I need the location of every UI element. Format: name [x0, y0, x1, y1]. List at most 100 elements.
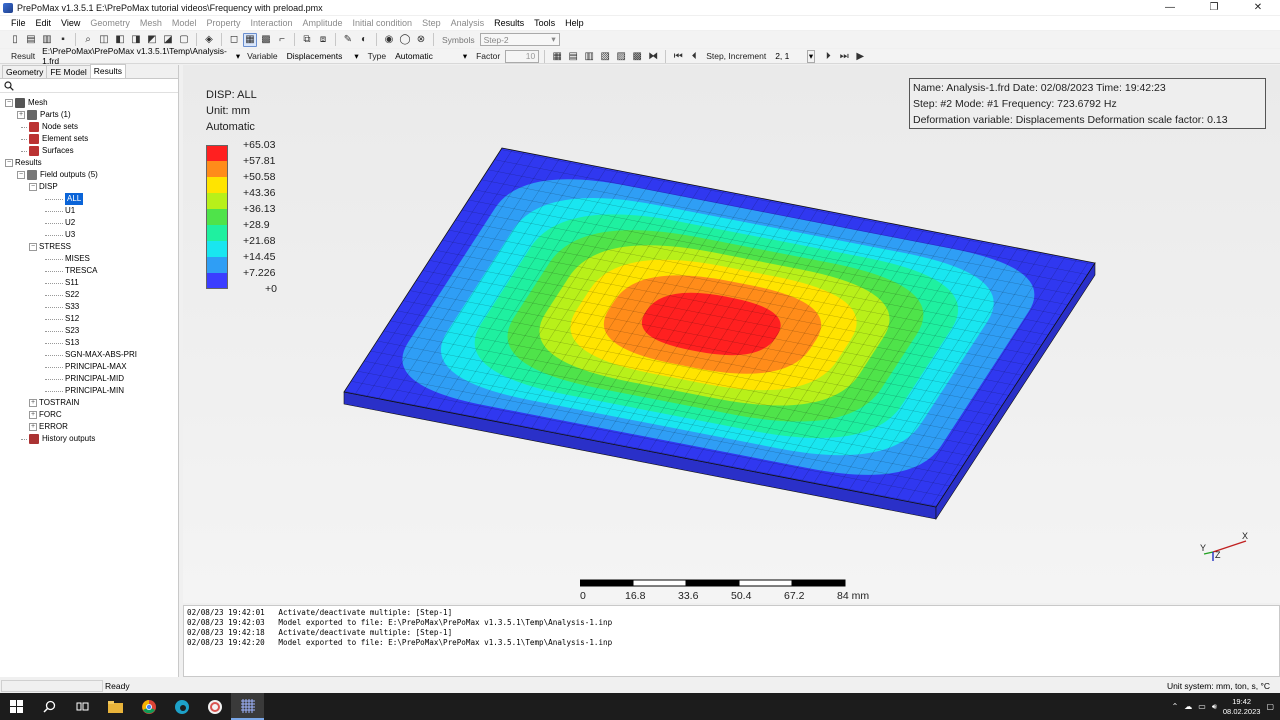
tree-item[interactable]: Element sets [0, 133, 178, 145]
tree-item[interactable]: + Parts (1) [0, 109, 178, 121]
last-step-icon[interactable]: ⏭ [837, 49, 851, 63]
view-front-icon[interactable]: ◫ [97, 33, 111, 47]
close-button[interactable]: ✕ [1236, 0, 1280, 15]
transform-icon[interactable]: ⧈ [316, 33, 330, 47]
collapse-icon[interactable]: − [17, 171, 25, 179]
menu-item-property[interactable]: Property [201, 16, 245, 30]
play-icon[interactable]: ▶ [853, 49, 867, 63]
import-icon[interactable]: ▥ [40, 33, 54, 47]
tree-item[interactable]: U3 [0, 229, 178, 241]
collapse-icon[interactable]: − [5, 99, 13, 107]
variable-select[interactable]: Displacements ▾ [283, 50, 363, 63]
view-bottom-icon[interactable]: ◩ [145, 33, 159, 47]
menu-item-analysis[interactable]: Analysis [446, 16, 490, 30]
view-top-icon[interactable]: ◨ [129, 33, 143, 47]
menu-item-file[interactable]: File [6, 16, 31, 30]
shaded-icon[interactable]: ▩ [259, 33, 273, 47]
tab-geometry[interactable]: Geometry [2, 65, 48, 78]
scale-icon[interactable]: ▨ [614, 49, 628, 63]
chrome-icon[interactable] [132, 693, 165, 720]
tree-item[interactable]: Node sets [0, 121, 178, 133]
undeformed-icon[interactable]: ▦ [550, 49, 564, 63]
start-icon[interactable] [0, 693, 33, 720]
output-log[interactable]: 02/08/23 19:42:01 Activate/deactivate mu… [183, 605, 1280, 677]
collapse-icon[interactable]: − [29, 183, 37, 191]
tree-item[interactable]: U2 [0, 217, 178, 229]
tree-item[interactable]: − Results [0, 157, 178, 169]
menu-item-initial-condition[interactable]: Initial condition [348, 16, 418, 30]
menu-item-geometry[interactable]: Geometry [85, 16, 135, 30]
open-icon[interactable]: ▤ [24, 33, 38, 47]
view-back-icon[interactable]: ◧ [113, 33, 127, 47]
expand-icon[interactable]: + [29, 423, 37, 431]
menu-item-help[interactable]: Help [560, 16, 589, 30]
menu-item-amplitude[interactable]: Amplitude [297, 16, 347, 30]
step-increment-select[interactable]: 2, 1 ▾ [771, 49, 819, 63]
type-select[interactable]: Automatic ▾ [391, 50, 471, 63]
tree-item[interactable]: S33 [0, 301, 178, 313]
next-step-icon[interactable]: ⏵ [821, 49, 835, 63]
task-view-icon[interactable] [66, 693, 99, 720]
graphics-viewport[interactable]: DISP: ALL Unit: mm Automatic +65.03 +57.8… [183, 65, 1280, 603]
menu-item-results[interactable]: Results [489, 16, 529, 30]
shaded-edges-icon[interactable]: ▦ [243, 32, 257, 47]
first-step-icon[interactable]: ⏮ [671, 49, 685, 63]
tree-item[interactable]: S12 [0, 313, 178, 325]
search-icon[interactable] [33, 693, 66, 720]
chevron-up-icon[interactable]: ⌃ [1172, 702, 1179, 711]
tree-item[interactable]: + TOSTRAIN [0, 397, 178, 409]
wireframe-icon[interactable]: ◻ [227, 33, 241, 47]
deformed-plate-contour[interactable] [183, 65, 1280, 603]
expand-icon[interactable]: + [17, 111, 25, 119]
compare-icon[interactable]: ⧓ [646, 49, 660, 63]
explode-icon[interactable]: ⧉ [300, 33, 314, 47]
show-all-icon[interactable]: ⊗ [414, 33, 428, 47]
tree-item[interactable]: − Mesh [0, 97, 178, 109]
tree-item[interactable]: S13 [0, 337, 178, 349]
clock[interactable]: 19:42 08.02.2023 [1223, 697, 1261, 717]
menu-item-view[interactable]: View [56, 16, 85, 30]
app-circle-icon[interactable] [198, 693, 231, 720]
tab-fe-model[interactable]: FE Model [46, 65, 91, 78]
menu-item-interaction[interactable]: Interaction [245, 16, 297, 30]
edge-icon[interactable] [165, 693, 198, 720]
tree-item[interactable]: − STRESS [0, 241, 178, 253]
tree-item[interactable]: S11 [0, 277, 178, 289]
tree-item[interactable]: − Field outputs (5) [0, 169, 178, 181]
expand-icon[interactable]: + [29, 399, 37, 407]
query-icon[interactable]: ✎ [341, 33, 355, 47]
prepomax-taskbar-icon[interactable] [231, 693, 264, 720]
hide-icon[interactable]: ◯ [398, 33, 412, 47]
collapse-icon[interactable]: − [5, 159, 13, 167]
tree-item[interactable]: TRESCA [0, 265, 178, 277]
minimize-button[interactable]: — [1148, 0, 1192, 15]
tab-results[interactable]: Results [89, 64, 127, 78]
tree-item[interactable]: + ERROR [0, 421, 178, 433]
menu-item-tools[interactable]: Tools [529, 16, 560, 30]
view-right-icon[interactable]: ▢ [177, 33, 191, 47]
network-icon[interactable]: ▭ [1198, 702, 1206, 711]
tree-item[interactable]: Surfaces [0, 145, 178, 157]
deformed-icon[interactable]: ▤ [566, 49, 580, 63]
menu-item-mesh[interactable]: Mesh [135, 16, 167, 30]
collapse-icon[interactable]: − [29, 243, 37, 251]
view-left-icon[interactable]: ◪ [161, 33, 175, 47]
file-explorer-icon[interactable] [99, 693, 132, 720]
maximize-button[interactable]: ❐ [1192, 0, 1236, 15]
section-cut-icon[interactable]: ⌐ [275, 33, 289, 47]
menu-item-model[interactable]: Model [167, 16, 202, 30]
volume-icon[interactable]: 🔊︎ [1212, 702, 1217, 712]
tree-item[interactable]: MISES [0, 253, 178, 265]
color-contours-icon[interactable]: ▥ [582, 49, 596, 63]
menu-item-edit[interactable]: Edit [31, 16, 57, 30]
tree-item[interactable]: PRINCIPAL-MAX [0, 361, 178, 373]
iso-view-icon[interactable]: ◈ [202, 33, 216, 47]
tree-item[interactable]: SGN-MAX-ABS-PRI [0, 349, 178, 361]
save-icon[interactable]: ▪ [56, 33, 70, 47]
tree-search[interactable] [0, 79, 178, 93]
animate-icon[interactable]: ▧ [598, 49, 612, 63]
tree-item[interactable]: S22 [0, 289, 178, 301]
tree-item[interactable]: ALL [0, 193, 178, 205]
color-icon[interactable]: ◐ [357, 33, 371, 47]
expand-icon[interactable]: + [29, 411, 37, 419]
